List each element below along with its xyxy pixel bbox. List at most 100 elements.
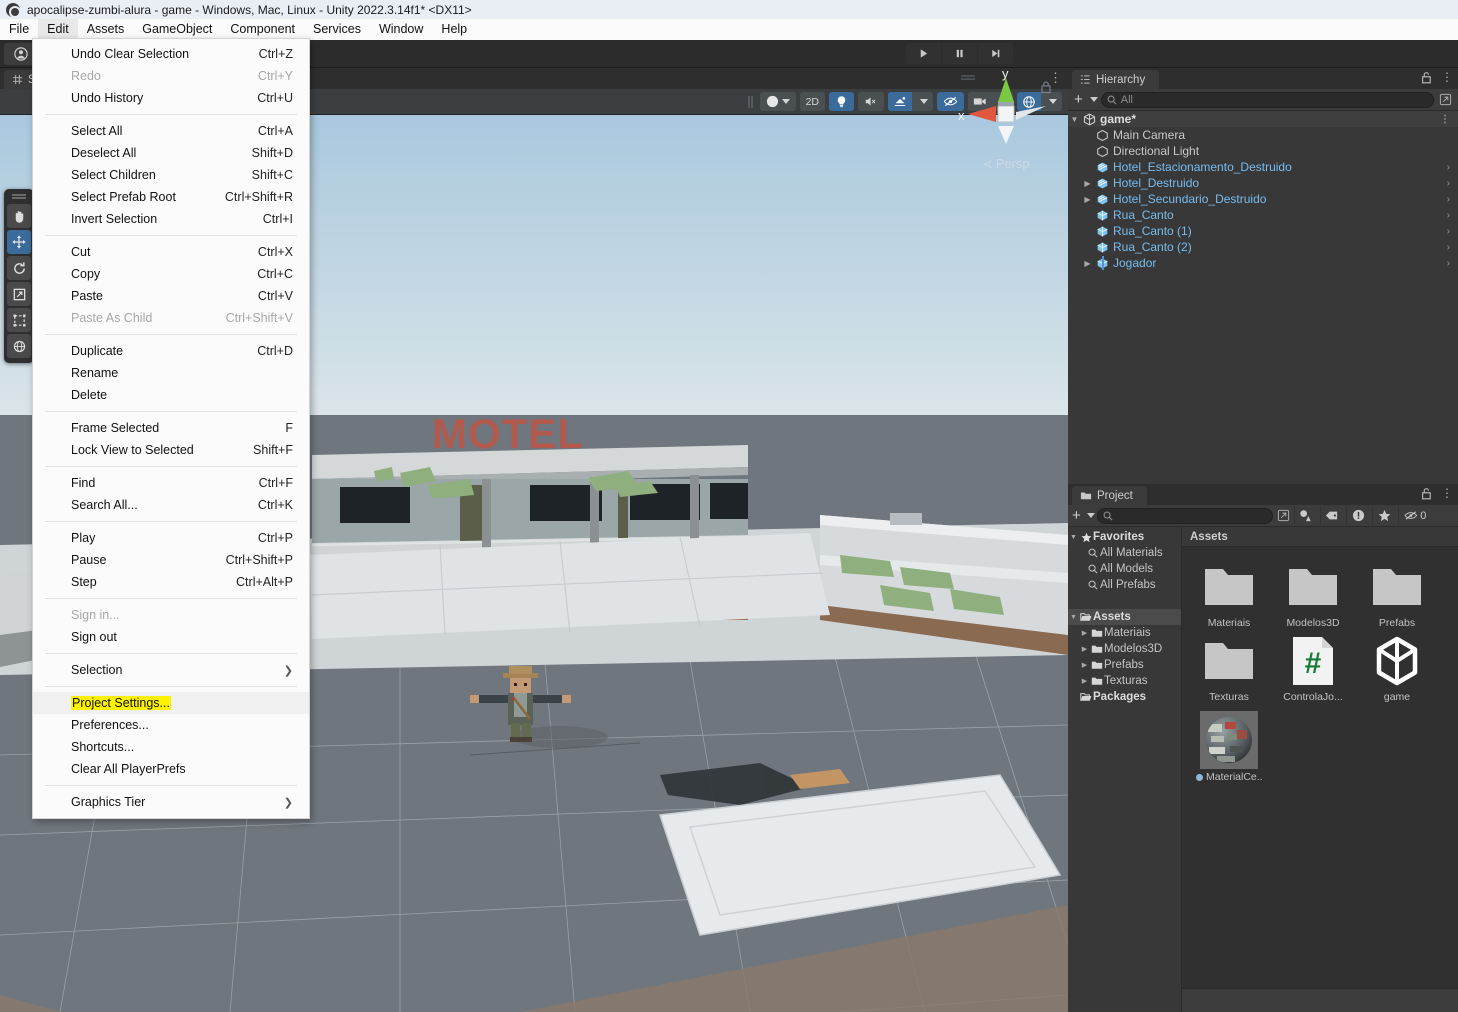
- menu-item-pause[interactable]: Pause Ctrl+Shift+P: [33, 549, 309, 571]
- menu-item-paste[interactable]: Paste Ctrl+V: [33, 285, 309, 307]
- menu-item-sign-out[interactable]: Sign out: [33, 626, 309, 648]
- menu-item-search-all[interactable]: Search All... Ctrl+K: [33, 494, 309, 516]
- toolbar-drag-grip-icon[interactable]: [747, 95, 754, 109]
- hierarchy-row-hotel-estacionamento-destruido[interactable]: Hotel_Estacionamento_Destruido ›: [1068, 159, 1458, 175]
- twisty-right-icon[interactable]: ▶: [1081, 259, 1094, 268]
- toggle-scene-audio[interactable]: [858, 92, 884, 111]
- pause-button[interactable]: [942, 43, 977, 64]
- asset-item-prefabs[interactable]: Prefabs: [1364, 559, 1430, 629]
- move-tool-button[interactable]: [7, 230, 31, 254]
- play-button[interactable]: [906, 43, 941, 64]
- scene-orientation-gizmo[interactable]: y x ≺ Persp: [954, 66, 1058, 180]
- project-add-button[interactable]: +: [1070, 508, 1083, 523]
- menu-item-duplicate[interactable]: Duplicate Ctrl+D: [33, 340, 309, 362]
- menu-item-frame-selected[interactable]: Frame Selected F: [33, 417, 309, 439]
- project-tree-all-prefabs[interactable]: All Prefabs: [1068, 577, 1181, 593]
- hidden-packages-button[interactable]: 0: [1397, 506, 1432, 525]
- menu-assets[interactable]: Assets: [78, 19, 134, 40]
- twisty-down-icon[interactable]: ▼: [1068, 614, 1079, 621]
- draw-mode-dropdown[interactable]: [759, 92, 796, 111]
- menu-item-step[interactable]: Step Ctrl+Alt+P: [33, 571, 309, 593]
- hierarchy-row-jogador[interactable]: ▶ Jogador ›: [1068, 255, 1458, 271]
- menu-item-play[interactable]: Play Ctrl+P: [33, 527, 309, 549]
- asset-item-controlajogador-script[interactable]: # ControlaJo...: [1280, 633, 1346, 703]
- asset-item-materiais[interactable]: Materiais: [1196, 559, 1262, 629]
- lock-icon[interactable]: [1040, 80, 1052, 94]
- menu-help[interactable]: Help: [432, 19, 476, 40]
- tab-hierarchy[interactable]: Hierarchy: [1072, 70, 1160, 89]
- rect-tool-button[interactable]: [7, 308, 31, 332]
- twisty-right-icon[interactable]: ▶: [1079, 661, 1090, 669]
- menu-item-deselect-all[interactable]: Deselect All Shift+D: [33, 142, 309, 164]
- hierarchy-tree[interactable]: ▼ game* ⋮ Main Camera Directional Light …: [1068, 111, 1458, 482]
- chevron-down-icon[interactable]: [1089, 97, 1098, 102]
- chevron-right-icon[interactable]: ›: [1447, 178, 1450, 189]
- lock-open-icon[interactable]: [1421, 71, 1432, 84]
- menu-window[interactable]: Window: [370, 19, 432, 40]
- project-tree-materiais[interactable]: ▶ Materiais: [1068, 625, 1181, 641]
- twisty-right-icon[interactable]: ▶: [1081, 179, 1094, 188]
- menu-item-rename[interactable]: Rename: [33, 362, 309, 384]
- chevron-right-icon[interactable]: ›: [1447, 226, 1450, 237]
- toggle-scene-fx[interactable]: [888, 92, 933, 111]
- twisty-right-icon[interactable]: ▶: [1079, 677, 1090, 685]
- menu-item-select-all[interactable]: Select All Ctrl+A: [33, 120, 309, 142]
- hierarchy-row-directional-light[interactable]: Directional Light: [1068, 143, 1458, 159]
- project-tree-assets[interactable]: ▼ Assets: [1068, 609, 1181, 625]
- menu-gameobject[interactable]: GameObject: [133, 19, 221, 40]
- scene-fx-dropdown[interactable]: [915, 92, 933, 111]
- hierarchy-row-rua-canto-1[interactable]: Rua_Canto (1) ›: [1068, 223, 1458, 239]
- project-tree-prefabs[interactable]: ▶ Prefabs: [1068, 657, 1181, 673]
- hand-tool-button[interactable]: [7, 204, 31, 228]
- menu-item-select-prefab-root[interactable]: Select Prefab Root Ctrl+Shift+R: [33, 186, 309, 208]
- menu-item-preferences[interactable]: Preferences...: [33, 714, 309, 736]
- scale-tool-button[interactable]: [7, 282, 31, 306]
- transform-tool-button[interactable]: [7, 334, 31, 358]
- twisty-down-icon[interactable]: ▼: [1068, 115, 1081, 124]
- chevron-right-icon[interactable]: ›: [1447, 162, 1450, 173]
- menu-item-graphics-tier[interactable]: Graphics Tier ❯: [33, 791, 309, 813]
- project-search-expand-icon[interactable]: [1275, 507, 1292, 524]
- chevron-right-icon[interactable]: ›: [1447, 258, 1450, 269]
- menu-component[interactable]: Component: [221, 19, 304, 40]
- asset-item-materialcenario[interactable]: MaterialCe...: [1196, 711, 1262, 783]
- tab-project[interactable]: Project: [1072, 486, 1147, 505]
- hierarchy-row-main-camera[interactable]: Main Camera: [1068, 127, 1458, 143]
- search-by-label-button[interactable]: [1319, 506, 1344, 525]
- project-tree-packages[interactable]: Packages: [1068, 689, 1181, 705]
- project-tree-texturas[interactable]: ▶ Texturas: [1068, 673, 1181, 689]
- hierarchy-search-input[interactable]: All: [1100, 91, 1434, 108]
- menu-item-undo-clear-selection[interactable]: Undo Clear Selection Ctrl+Z: [33, 43, 309, 65]
- toggle-scene-lighting[interactable]: [829, 92, 854, 111]
- twisty-right-icon[interactable]: ▶: [1079, 645, 1090, 653]
- hierarchy-row-hotel-secundario-destruido[interactable]: ▶ Hotel_Secundario_Destruido ›: [1068, 191, 1458, 207]
- menu-item-undo-history[interactable]: Undo History Ctrl+U: [33, 87, 309, 109]
- project-asset-browser[interactable]: Assets Materiais Modelos3D Prefabs Textu…: [1182, 527, 1458, 1012]
- menu-item-invert-selection[interactable]: Invert Selection Ctrl+I: [33, 208, 309, 230]
- menu-item-shortcuts[interactable]: Shortcuts...: [33, 736, 309, 758]
- chevron-right-icon[interactable]: ›: [1447, 194, 1450, 205]
- menu-services[interactable]: Services: [304, 19, 370, 40]
- scene-fx-button[interactable]: [888, 92, 912, 111]
- asset-item-texturas[interactable]: Texturas: [1196, 633, 1262, 703]
- kebab-menu-icon[interactable]: ⋮: [1441, 70, 1453, 84]
- chevron-right-icon[interactable]: ›: [1447, 242, 1450, 253]
- tool-palette-drag-grip-icon[interactable]: [11, 193, 27, 200]
- kebab-menu-icon[interactable]: ⋮: [1441, 486, 1453, 500]
- hierarchy-row-hotel-destruido[interactable]: ▶ Hotel_Destruido ›: [1068, 175, 1458, 191]
- menu-item-find[interactable]: Find Ctrl+F: [33, 472, 309, 494]
- search-by-type-button[interactable]: [1293, 506, 1318, 525]
- twisty-right-icon[interactable]: ▶: [1081, 195, 1094, 204]
- gizmo-drag-grip-icon[interactable]: [960, 74, 976, 81]
- twisty-down-icon[interactable]: ▼: [1068, 534, 1079, 541]
- rotate-tool-button[interactable]: [7, 256, 31, 280]
- hierarchy-row-scene-root[interactable]: ▼ game* ⋮: [1068, 111, 1458, 127]
- project-tree-modelos3d[interactable]: ▶ Modelos3D: [1068, 641, 1181, 657]
- project-tree-all-materials[interactable]: All Materials: [1068, 545, 1181, 561]
- menu-item-project-settings[interactable]: Project Settings...: [33, 692, 309, 714]
- project-folder-tree[interactable]: ▼ Favorites All Materials All Models All…: [1068, 527, 1182, 1012]
- hierarchy-search-expand-icon[interactable]: [1437, 91, 1454, 108]
- menu-file[interactable]: File: [0, 19, 38, 40]
- project-search-input[interactable]: [1096, 507, 1273, 524]
- menu-item-selection[interactable]: Selection ❯: [33, 659, 309, 681]
